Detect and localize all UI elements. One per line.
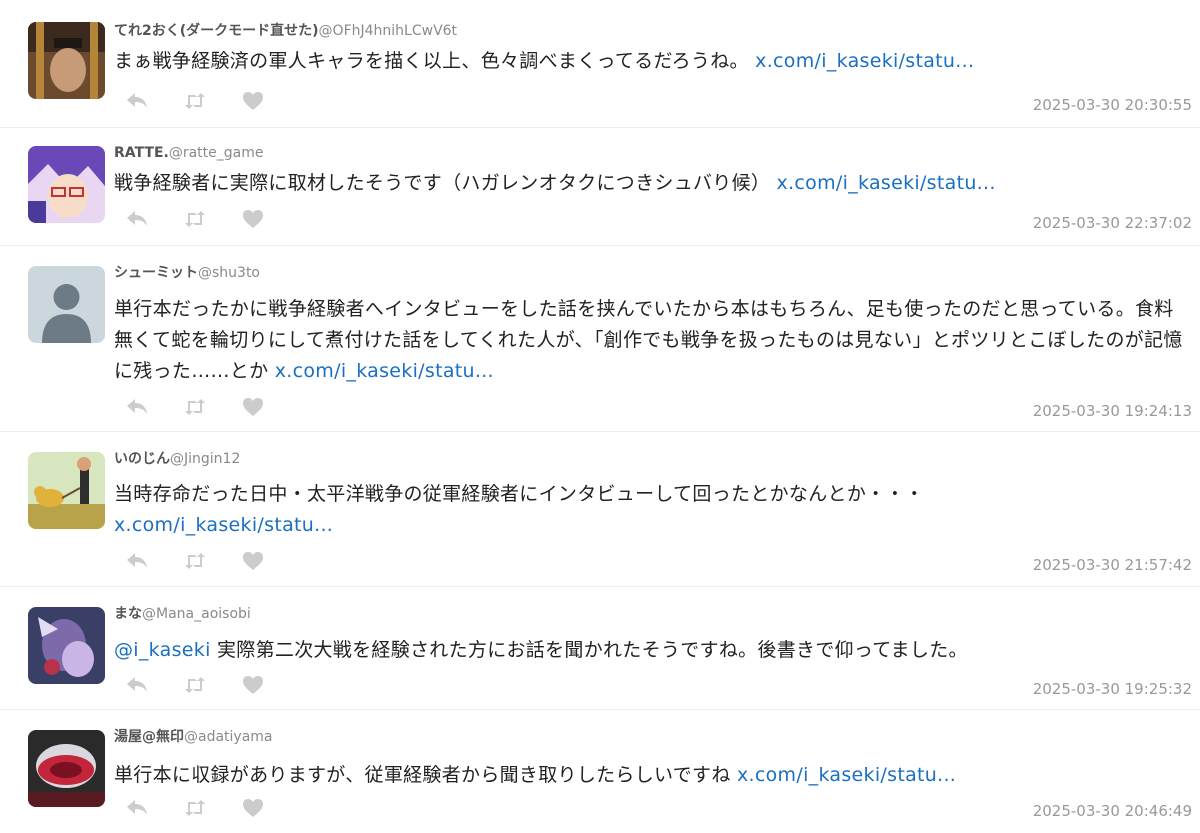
tweet-body: 戦争経験者に実際に取材したそうです（ハガレンオタクにつきシュバり候） (114, 172, 777, 194)
user-name[interactable]: まな (114, 606, 142, 622)
tweet-item: 湯屋@無印@adatiyama 単行本に収録がありますが、従軍経験者から聞き取り… (0, 710, 1200, 833)
tweet-body: 単行本に収録がありますが、従軍経験者から聞き取りしたらしいですね (114, 764, 737, 786)
timestamp[interactable]: 2025-03-30 19:24:13 (1033, 402, 1192, 420)
tweet-text: @i_kaseki 実際第二次大戦を経験された方にお話を聞かれたそうですね。後書… (114, 635, 1190, 666)
tweet-body: まぁ戦争経験済の軍人キャラを描く以上、色々調べまくってるだろうね。 (114, 50, 756, 72)
avatar[interactable] (28, 146, 105, 223)
reply-icon[interactable] (124, 396, 150, 418)
mention-link[interactable]: @i_kaseki (114, 639, 211, 661)
reply-icon[interactable] (124, 208, 150, 230)
user-handle[interactable]: @adatiyama (184, 729, 273, 745)
timestamp[interactable]: 2025-03-30 19:25:32 (1033, 680, 1192, 698)
tweet-text: まぁ戦争経験済の軍人キャラを描く以上、色々調べまくってるだろうね。 x.com/… (114, 46, 1190, 77)
avatar[interactable] (28, 452, 105, 529)
action-bar (124, 90, 266, 114)
timestamp[interactable]: 2025-03-30 21:57:42 (1033, 556, 1192, 574)
tweet-link[interactable]: x.com/i_kaseki/statu... (114, 514, 333, 536)
user-name[interactable]: RATTE. (114, 145, 169, 161)
tweet-item: RATTE.@ratte_game 戦争経験者に実際に取材したそうです（ハガレン… (0, 128, 1200, 246)
tweet-text: 当時存命だった日中・太平洋戦争の従軍経験者にインタビューして回ったとかなんとか・… (114, 479, 1190, 541)
action-bar (124, 208, 266, 232)
like-icon[interactable] (240, 550, 266, 572)
like-icon[interactable] (240, 90, 266, 112)
action-bar (124, 550, 266, 574)
tweet-item: シューミット@shu3to 単行本だったかに戦争経験者へインタビューをした話を挟… (0, 246, 1200, 432)
tweet-body: 実際第二次大戦を経験された方にお話を聞かれたそうですね。後書きで仰ってました。 (210, 639, 968, 661)
reply-icon[interactable] (124, 674, 150, 696)
tweet-text: 戦争経験者に実際に取材したそうです（ハガレンオタクにつきシュバり候） x.com… (114, 168, 1190, 199)
user-handle[interactable]: @ratte_game (169, 145, 264, 161)
tweet-meta: てれ2おく(ダークモード直せた)@OFhJ4hnihLCwV6t (114, 22, 457, 40)
tweet-meta: RATTE.@ratte_game (114, 144, 264, 162)
retweet-icon[interactable] (182, 797, 208, 819)
user-handle[interactable]: @OFhJ4hnihLCwV6t (319, 23, 458, 39)
user-name[interactable]: いのじん (114, 451, 170, 467)
tweet-item: てれ2おく(ダークモード直せた)@OFhJ4hnihLCwV6t まぁ戦争経験済… (0, 0, 1200, 128)
tweet-meta: シューミット@shu3to (114, 264, 260, 282)
timestamp[interactable]: 2025-03-30 20:30:55 (1033, 96, 1192, 114)
tweet-item: まな@Mana_aoisobi @i_kaseki 実際第二次大戦を経験された方… (0, 587, 1200, 710)
reply-icon[interactable] (124, 797, 150, 819)
retweet-icon[interactable] (182, 550, 208, 572)
timestamp[interactable]: 2025-03-30 22:37:02 (1033, 214, 1192, 232)
user-name[interactable]: てれ2おく(ダークモード直せた) (114, 23, 319, 39)
tweet-link[interactable]: x.com/i_kaseki/statu... (755, 50, 974, 72)
reply-icon[interactable] (124, 550, 150, 572)
action-bar (124, 797, 266, 821)
retweet-icon[interactable] (182, 208, 208, 230)
avatar[interactable] (28, 266, 105, 343)
user-name[interactable]: 湯屋@無印 (114, 729, 184, 745)
user-handle[interactable]: @Jingin12 (170, 451, 240, 467)
tweet-text: 単行本だったかに戦争経験者へインタビューをした話を挟んでいたから本はもちろん、足… (114, 294, 1190, 387)
tweet-meta: 湯屋@無印@adatiyama (114, 728, 273, 746)
tweet-item: いのじん@Jingin12 当時存命だった日中・太平洋戦争の従軍経験者にインタビ… (0, 432, 1200, 587)
tweet-link[interactable]: x.com/i_kaseki/statu... (275, 360, 494, 382)
timestamp[interactable]: 2025-03-30 20:46:49 (1033, 802, 1192, 820)
reply-icon[interactable] (124, 90, 150, 112)
tweet-link[interactable]: x.com/i_kaseki/statu... (737, 764, 956, 786)
like-icon[interactable] (240, 674, 266, 696)
like-icon[interactable] (240, 797, 266, 819)
action-bar (124, 674, 266, 698)
action-bar (124, 396, 266, 420)
retweet-icon[interactable] (182, 674, 208, 696)
user-handle[interactable]: @Mana_aoisobi (142, 606, 251, 622)
tweet-link[interactable]: x.com/i_kaseki/statu... (777, 172, 996, 194)
tweet-meta: まな@Mana_aoisobi (114, 605, 251, 623)
avatar[interactable] (28, 730, 105, 807)
like-icon[interactable] (240, 208, 266, 230)
tweet-meta: いのじん@Jingin12 (114, 450, 240, 468)
avatar[interactable] (28, 607, 105, 684)
tweet-text: 単行本に収録がありますが、従軍経験者から聞き取りしたらしいですね x.com/i… (114, 760, 1190, 791)
tweet-body: 当時存命だった日中・太平洋戦争の従軍経験者にインタビューして回ったとかなんとか・… (114, 483, 925, 505)
like-icon[interactable] (240, 396, 266, 418)
avatar[interactable] (28, 22, 105, 99)
retweet-icon[interactable] (182, 90, 208, 112)
user-name[interactable]: シューミット (114, 265, 198, 281)
user-handle[interactable]: @shu3to (198, 265, 260, 281)
retweet-icon[interactable] (182, 396, 208, 418)
